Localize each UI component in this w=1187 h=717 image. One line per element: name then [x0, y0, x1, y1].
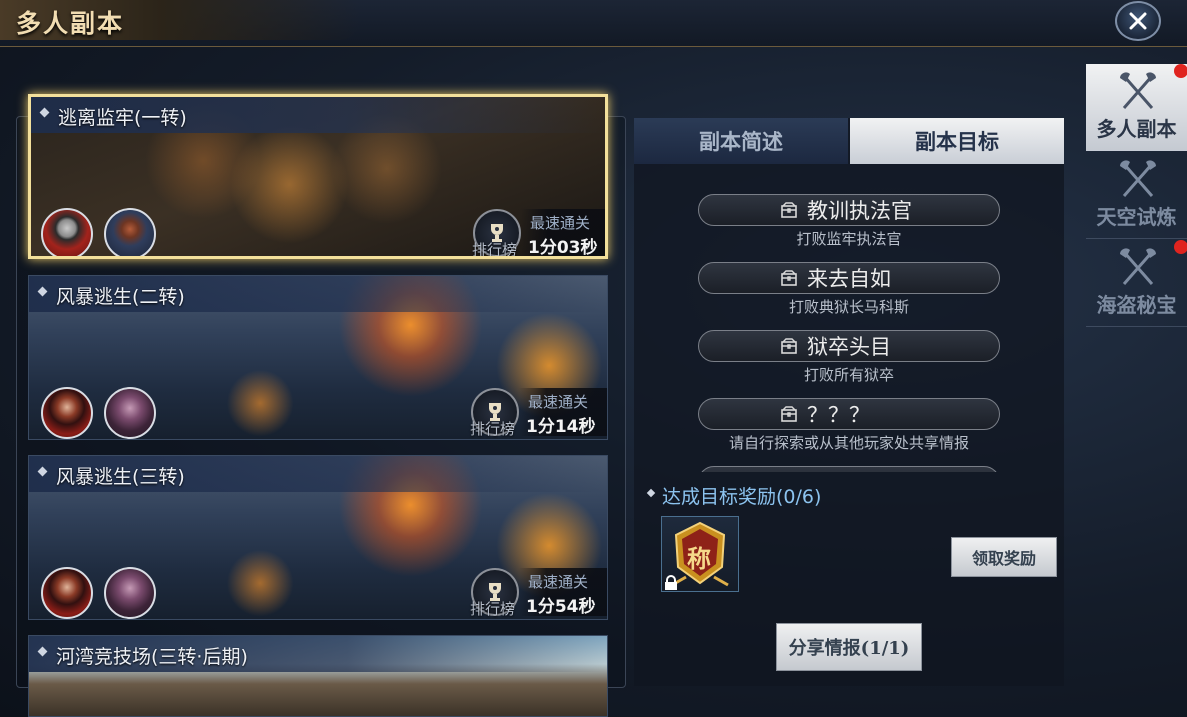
fastest-clear-label: 最速通关 — [530, 214, 591, 232]
fastest-clear-time: 1分03秒 — [528, 238, 598, 258]
fastest-clear-time: 1分54秒 — [526, 597, 596, 617]
dungeon-card-1[interactable]: 逃离监牢(一转) 排行榜 最速通关 1分03秒 — [28, 94, 608, 259]
leaderboard-label: 排行榜 — [470, 420, 516, 438]
objective-title: 来去自如 — [807, 267, 891, 291]
diamond-icon — [37, 466, 48, 477]
title-plate: 多人副本 — [0, 0, 360, 40]
diamond-icon — [37, 646, 48, 657]
diamond-icon — [37, 286, 48, 297]
objective-item[interactable]: ？？？ — [694, 452, 1004, 472]
objective-title: ？？？ — [807, 403, 870, 427]
objective-item[interactable]: 教训执法官 打败监牢执法官 — [694, 180, 1004, 248]
lock-icon — [665, 575, 677, 590]
objective-description: 打败监牢执法官 — [796, 230, 902, 248]
leaderboard-label: 排行榜 — [470, 600, 516, 618]
objective-description: 打败所有狱卒 — [803, 366, 894, 384]
side-tab-sky-trial[interactable]: 天空试炼 — [1086, 152, 1187, 239]
leaderboard-label: 排行榜 — [472, 241, 518, 259]
notification-badge — [1174, 64, 1187, 78]
diamond-icon — [39, 107, 50, 118]
crossed-axes-icon — [1120, 72, 1156, 109]
claim-reward-button[interactable]: 领取奖励 — [951, 537, 1057, 577]
fastest-clear-label: 最速通关 — [528, 393, 589, 411]
reward-item-glyph: 称 — [687, 545, 711, 573]
objective-title: ？？？ — [807, 467, 870, 472]
objective-title: 狱卒头目 — [807, 335, 891, 359]
dungeon-card-2[interactable]: 风暴逃生(二转) 排行榜 最速通关 1分14秒 — [28, 275, 608, 440]
crossed-axes-icon — [1120, 160, 1156, 197]
dungeon-name: 河湾竞技场(三转·后期) — [56, 646, 248, 668]
page-title: 多人副本 — [16, 9, 125, 38]
fastest-clear-time: 1分14秒 — [526, 417, 596, 437]
crossed-axes-icon — [1120, 248, 1156, 285]
fastest-clear-label: 最速通关 — [528, 573, 589, 591]
objective-title: 教训执法官 — [807, 199, 912, 223]
dungeon-card-4[interactable]: 河湾竞技场(三转·后期) — [28, 635, 608, 717]
objective-item[interactable]: ？？？ 请自行探索或从其他玩家处共享情报 — [694, 384, 1004, 452]
close-icon — [1129, 12, 1147, 30]
side-tab-label: 多人副本 — [1096, 117, 1177, 141]
boss-avatar — [41, 567, 93, 619]
tab-overview[interactable]: 副本简述 — [634, 118, 848, 164]
diamond-icon — [646, 488, 656, 498]
treasure-chest-icon — [781, 338, 797, 354]
boss-avatar — [104, 387, 156, 439]
boss-avatar — [41, 387, 93, 439]
dungeon-name: 风暴逃生(三转) — [56, 466, 185, 488]
boss-avatar — [104, 567, 156, 619]
treasure-chest-icon — [781, 202, 797, 218]
objective-item[interactable]: 狱卒头目 打败所有狱卒 — [694, 316, 1004, 384]
objective-description: 请自行探索或从其他玩家处共享情报 — [728, 434, 969, 452]
side-tab-pirate-treasure[interactable]: 海盗秘宝 — [1086, 240, 1187, 327]
boss-avatar — [41, 208, 93, 256]
treasure-chest-icon — [781, 406, 797, 422]
reward-title: 达成目标奖励(0/6) — [662, 486, 822, 508]
header-bar: 多人副本 — [0, 0, 1187, 47]
tab-objectives[interactable]: 副本目标 — [850, 118, 1064, 164]
objective-item[interactable]: 来去自如 打败典狱长马科斯 — [694, 248, 1004, 316]
fastest-clear: 最速通关 1分03秒 — [521, 209, 605, 258]
fastest-clear: 最速通关 1分54秒 — [519, 568, 607, 617]
close-button[interactable] — [1115, 1, 1161, 41]
dungeon-card-header: 河湾竞技场(三转·后期) — [29, 636, 607, 672]
dungeon-card-3[interactable]: 风暴逃生(三转) 排行榜 最速通关 1分54秒 — [28, 455, 608, 620]
dungeon-name: 逃离监牢(一转) — [58, 107, 187, 129]
objective-list[interactable]: 教训执法官 打败监牢执法官 来去自如 打败典狱长马科斯 狱卒头目 打败所有狱卒 — [634, 170, 1064, 472]
dungeon-name: 风暴逃生(二转) — [56, 286, 185, 308]
dungeon-detail-panel: 副本简述 副本目标 教训执法官 打败监牢执法官 来去自如 打败典狱长马科斯 狱卒… — [634, 118, 1064, 686]
objective-description: 打败典狱长马科斯 — [788, 298, 909, 316]
notification-badge — [1174, 240, 1187, 254]
boss-avatar — [104, 208, 156, 256]
fastest-clear: 最速通关 1分14秒 — [519, 388, 607, 437]
side-tab-label: 天空试炼 — [1096, 205, 1177, 229]
dungeon-card-header: 逃离监牢(一转) — [31, 97, 605, 133]
side-tab-multiplayer-dungeon[interactable]: 多人副本 — [1086, 64, 1187, 151]
dungeon-card-header: 风暴逃生(二转) — [29, 276, 607, 312]
side-tab-label: 海盗秘宝 — [1096, 293, 1177, 317]
dungeon-card-header: 风暴逃生(三转) — [29, 456, 607, 492]
treasure-chest-icon — [781, 270, 797, 286]
reward-item-slot[interactable]: 称 — [661, 516, 739, 592]
share-intel-button[interactable]: 分享情报(1/1) — [776, 623, 922, 671]
